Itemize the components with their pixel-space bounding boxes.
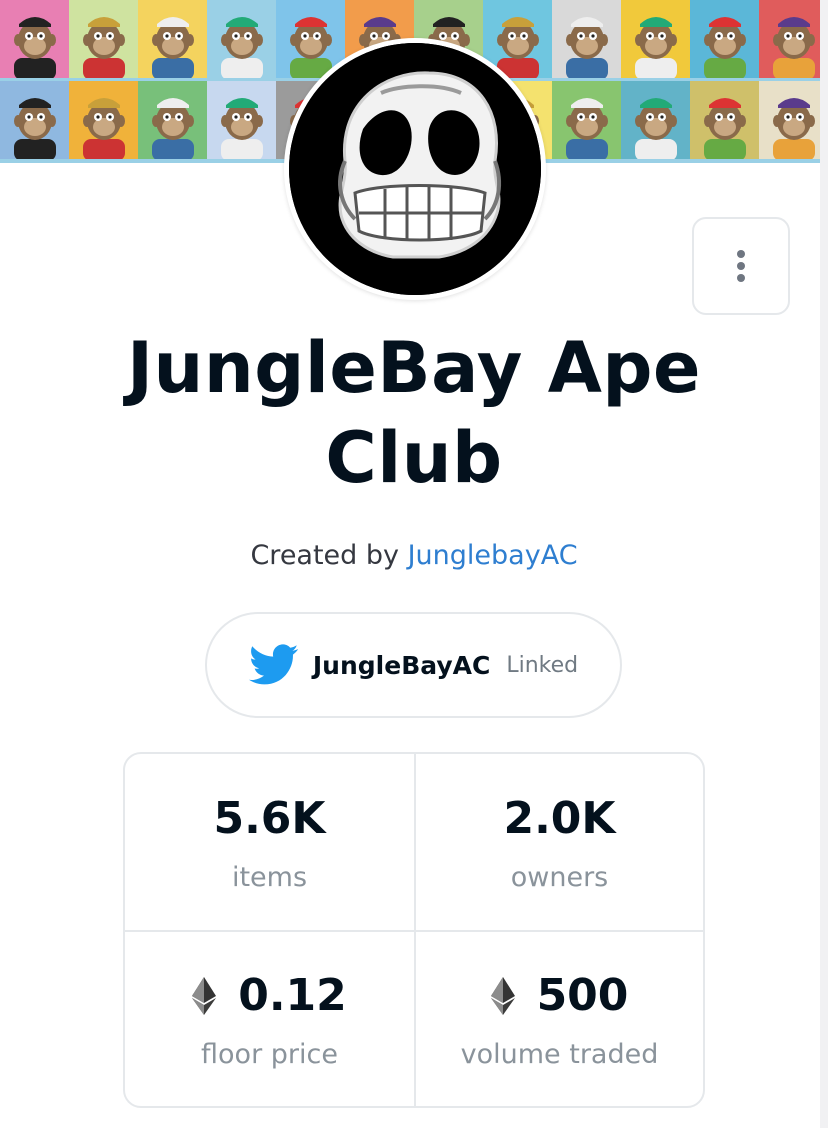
banner-ape-tile [552, 0, 621, 78]
scrollbar-track[interactable] [820, 0, 828, 1128]
collection-avatar [289, 43, 541, 295]
more-options-button[interactable] [692, 217, 790, 315]
created-by: Created by JunglebayAC [0, 536, 828, 576]
ethereum-icon [490, 977, 515, 1015]
banner-ape-tile [69, 0, 138, 78]
skull-logo-icon [289, 43, 541, 295]
stat-volume-traded[interactable]: 500 volume traded [414, 930, 703, 1106]
stat-volume-traded-value: 500 [536, 970, 629, 1021]
stat-items[interactable]: 5.6K items [125, 754, 414, 930]
stat-items-label: items [231, 862, 308, 893]
more-vertical-icon [737, 250, 745, 282]
banner-ape-tile [207, 0, 276, 78]
twitter-handle: JungleBayAC [312, 650, 491, 680]
stat-volume-traded-label: volume traded [460, 1039, 659, 1070]
banner-ape-tile [621, 0, 690, 78]
banner-ape-tile [621, 81, 690, 159]
ethereum-icon [192, 977, 217, 1015]
stat-floor-price-value: 0.12 [238, 970, 347, 1021]
banner-ape-tile [0, 81, 69, 159]
banner-ape-tile [69, 81, 138, 159]
banner-ape-tile [690, 81, 759, 159]
stat-owners-value: 2.0K [503, 793, 616, 844]
stat-owners[interactable]: 2.0K owners [414, 754, 703, 930]
created-by-label: Created by [250, 540, 408, 571]
banner-ape-tile [552, 81, 621, 159]
banner-ape-tile [0, 0, 69, 78]
banner-ape-tile [207, 81, 276, 159]
stat-floor-price-label: floor price [201, 1039, 338, 1070]
stat-owners-label: owners [510, 862, 609, 893]
banner-ape-tile [759, 0, 828, 78]
twitter-icon [248, 644, 299, 685]
twitter-link-button[interactable]: JungleBayAC Linked [205, 612, 622, 718]
banner-ape-tile [138, 81, 207, 159]
banner-ape-tile [759, 81, 828, 159]
stat-items-value: 5.6K [213, 793, 326, 844]
stat-floor-price[interactable]: 0.12 floor price [125, 930, 414, 1106]
collection-page: JungleBay Ape Club Created by JunglebayA… [0, 0, 828, 1128]
banner-ape-tile [690, 0, 759, 78]
stats-grid: 5.6K items 2.0K owners 0.12 floor price [123, 752, 705, 1108]
collection-title: JungleBay Ape Club [127, 327, 701, 499]
linked-status: Linked [506, 652, 579, 678]
creator-link[interactable]: JunglebayAC [408, 540, 578, 571]
banner-ape-tile [138, 0, 207, 78]
